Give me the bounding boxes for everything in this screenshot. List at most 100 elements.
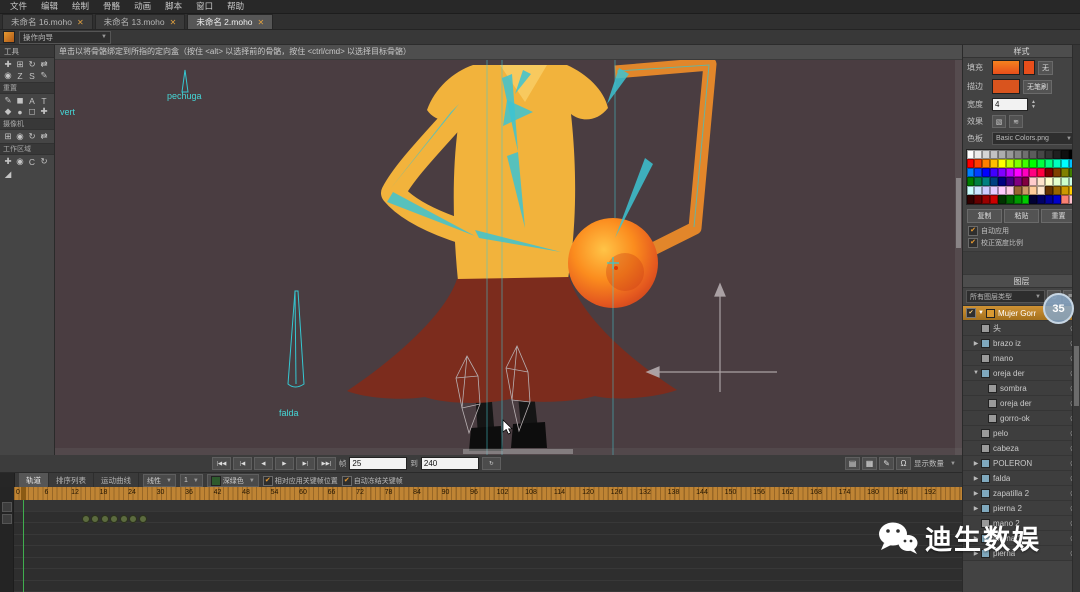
layer-row[interactable]: ▶POLERON∅ [963, 456, 1080, 471]
palette-swatch[interactable] [1014, 177, 1022, 186]
keyframe-dot[interactable] [91, 515, 99, 523]
palette-swatch[interactable] [1045, 186, 1053, 195]
checkbox-icon[interactable]: ✔ [968, 226, 978, 236]
palette-swatch[interactable] [990, 177, 998, 186]
checkbox-icon[interactable]: ✔ [342, 476, 352, 486]
chevron-down-icon[interactable]: ▼ [950, 461, 956, 467]
scrollbar-thumb[interactable] [1074, 346, 1079, 406]
transform-bone-tool[interactable]: ✚ [2, 59, 14, 70]
canvas-horizontal-scrollbar[interactable] [55, 448, 962, 455]
tool-options-dropdown[interactable]: 操作向导 ▼ [19, 31, 111, 44]
palette-swatch[interactable] [974, 159, 982, 168]
camera-pan-tool[interactable]: ⇄ [38, 131, 50, 142]
palette-swatch[interactable] [1022, 150, 1030, 159]
edit-keys-icon[interactable]: ✎ [879, 457, 894, 470]
text-tool[interactable]: T [38, 95, 50, 106]
palette-swatch[interactable] [1029, 186, 1037, 195]
camera-track-tool[interactable]: ⊞ [2, 131, 14, 142]
palette-swatch[interactable] [1006, 177, 1014, 186]
palette-swatch[interactable] [974, 177, 982, 186]
keyframe-dot[interactable] [120, 515, 128, 523]
scrollbar-thumb[interactable] [956, 178, 961, 248]
layer-row[interactable]: sombra∅ [963, 381, 1080, 396]
palette-swatch[interactable] [982, 186, 990, 195]
relative-keyframe-checkbox[interactable]: ✔ 相对应用关键帧位置 [263, 476, 338, 486]
playhead[interactable] [23, 500, 24, 592]
stroke-width-input[interactable] [992, 98, 1028, 111]
canvas-vertical-scrollbar[interactable] [955, 60, 962, 455]
palette-swatch[interactable] [1053, 195, 1061, 204]
palette-swatch[interactable] [1053, 159, 1061, 168]
palette-swatch[interactable] [1014, 186, 1022, 195]
expand-arrow-icon[interactable]: ▶ [972, 460, 980, 467]
zoom-tool[interactable]: Z [14, 70, 26, 81]
menu-item[interactable]: 绘制 [66, 0, 95, 13]
cycle-count-dropdown[interactable]: 1 ▼ [180, 474, 203, 487]
palette-swatch[interactable] [982, 177, 990, 186]
palette-swatch[interactable] [967, 177, 975, 186]
menu-item[interactable]: 窗口 [190, 0, 219, 13]
checkbox-icon[interactable]: ✔ [968, 238, 978, 248]
draw-tool[interactable]: ✎ [2, 95, 14, 106]
canvas-viewport[interactable]: pechugavertfalda [55, 60, 962, 455]
palette-swatch[interactable] [1061, 186, 1069, 195]
palette-swatch[interactable] [1014, 150, 1022, 159]
scale-tool[interactable]: ⇄ [38, 59, 50, 70]
tab-close-icon[interactable]: ✕ [170, 18, 177, 27]
palette-swatch[interactable] [990, 159, 998, 168]
reset-style-button[interactable]: 重置 [1041, 209, 1076, 223]
palette-swatch[interactable] [1045, 195, 1053, 204]
palette-swatch[interactable] [998, 186, 1006, 195]
palette-swatch[interactable] [1014, 168, 1022, 177]
palette-swatch[interactable] [1006, 195, 1014, 204]
palette-swatch[interactable] [974, 195, 982, 204]
palette-swatch[interactable] [1037, 186, 1045, 195]
layer-checkbox-icon[interactable]: ✔ [966, 308, 976, 318]
keyframe-dot[interactable] [110, 515, 118, 523]
palette-swatch[interactable] [967, 195, 975, 204]
layer-type-filter-dropdown[interactable]: 所有图层类型 ▼ [966, 290, 1045, 303]
channel-color-dropdown[interactable]: 深绿色 ▼ [207, 474, 259, 487]
palette-swatch[interactable] [990, 168, 998, 177]
palette-swatch[interactable] [1022, 168, 1030, 177]
interpolation-dropdown[interactable]: 线性 ▼ [143, 474, 176, 487]
palette-swatch[interactable] [1006, 168, 1014, 177]
width-stepper[interactable]: ▲▼ [1031, 100, 1036, 110]
layer-row[interactable]: ▶brazo iz∅ [963, 336, 1080, 351]
document-tab[interactable]: 未命名 2.moho✕ [187, 14, 273, 29]
palette-swatch[interactable] [1053, 168, 1061, 177]
layer-row[interactable]: ▼oreja der∅ [963, 366, 1080, 381]
pen-tool[interactable]: ✎ [38, 70, 50, 81]
eraser-tool[interactable]: ◢ [2, 169, 14, 180]
keyframe-dot[interactable] [129, 515, 137, 523]
fill-none-button[interactable]: 无 [1038, 61, 1053, 75]
palette-swatch[interactable] [974, 186, 982, 195]
stroke-color-swatch[interactable] [992, 79, 1020, 94]
layer-row[interactable]: gorro-ok∅ [963, 411, 1080, 426]
palette-swatch[interactable] [1045, 168, 1053, 177]
palette-swatch[interactable] [1037, 159, 1045, 168]
jump-start-button[interactable]: |◀◀ [212, 457, 231, 470]
keyframe-dot[interactable] [101, 515, 109, 523]
palette-swatch[interactable] [1014, 195, 1022, 204]
palette-swatch[interactable] [1022, 159, 1030, 168]
palette-swatch[interactable] [1029, 195, 1037, 204]
timeline-tab[interactable]: 轨道 [19, 473, 49, 488]
current-frame-input[interactable] [349, 457, 407, 470]
checkbox-icon[interactable]: ✔ [263, 476, 273, 486]
palette-swatch[interactable] [1037, 168, 1045, 177]
grid-view-icon[interactable]: ▦ [862, 457, 877, 470]
shape-tool[interactable]: ◆ [2, 106, 14, 117]
jump-end-button[interactable]: ▶▶| [317, 457, 336, 470]
palette-swatch[interactable] [1045, 177, 1053, 186]
palette-swatch[interactable] [982, 195, 990, 204]
timeline-tab[interactable]: 排序列表 [49, 473, 94, 488]
expand-arrow-icon[interactable]: ▼ [972, 370, 980, 376]
end-frame-input[interactable] [421, 457, 479, 470]
palette-swatch[interactable] [974, 168, 982, 177]
timeline-ruler[interactable]: 0612182430364248546066727884909610210811… [14, 487, 962, 500]
fill-bucket-tool[interactable]: ◼ [14, 95, 26, 106]
timeline-tab[interactable]: 运动曲线 [94, 473, 139, 488]
workspace-rotate-tool[interactable]: ↻ [38, 156, 50, 167]
keyframe-dot[interactable] [139, 515, 147, 523]
